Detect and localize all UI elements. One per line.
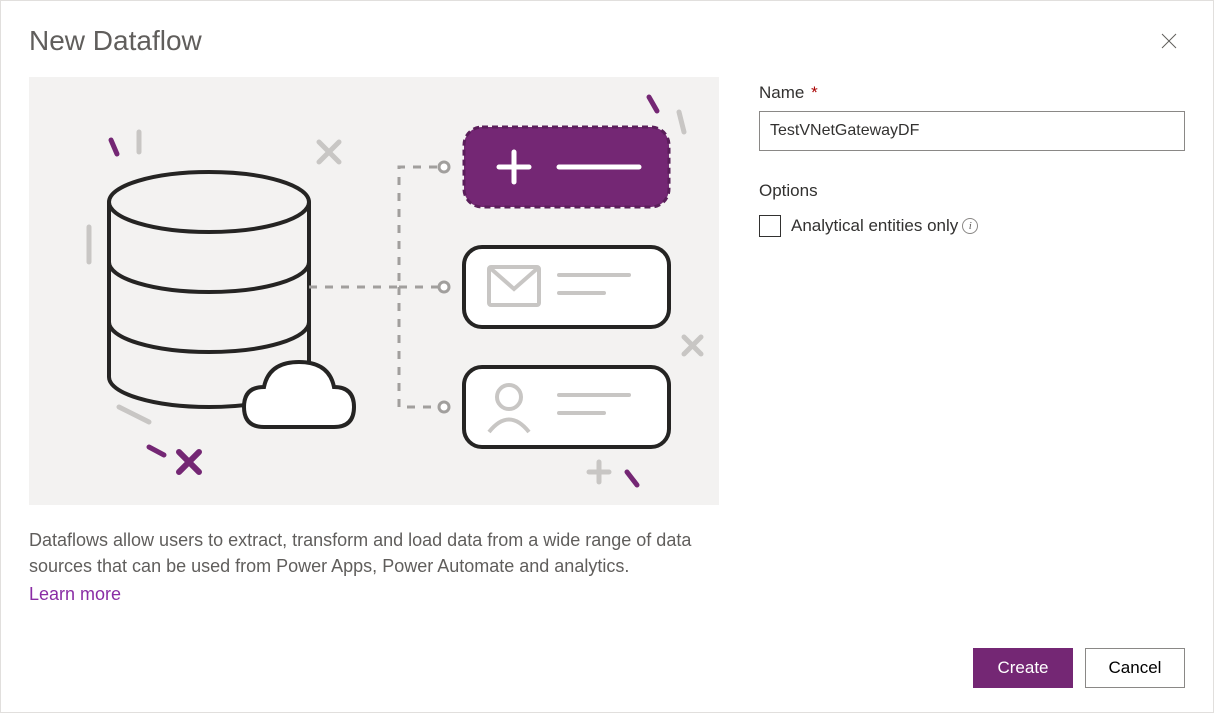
illustration-svg [29,77,719,505]
dialog-title: New Dataflow [29,25,202,57]
dialog-footer: Create Cancel [29,628,1185,688]
close-button[interactable] [1153,25,1185,57]
analytical-entities-row: Analytical entities only i [759,215,1185,237]
options-section-label: Options [759,181,1185,201]
left-column: Dataflows allow users to extract, transf… [29,77,719,628]
name-input[interactable] [759,111,1185,151]
analytical-entities-checkbox[interactable] [759,215,781,237]
analytical-entities-label-text: Analytical entities only [791,216,958,236]
close-icon [1161,33,1177,49]
dialog-description: Dataflows allow users to extract, transf… [29,527,719,607]
info-icon[interactable]: i [962,218,978,234]
cancel-button[interactable]: Cancel [1085,648,1185,688]
dialog-header: New Dataflow [29,25,1185,57]
required-mark: * [811,83,818,102]
right-column: Name * Options Analytical entities only … [759,77,1185,628]
new-dataflow-dialog: New Dataflow [0,0,1214,713]
analytical-entities-label: Analytical entities only i [791,216,978,236]
name-label: Name * [759,83,1185,103]
dialog-body: Dataflows allow users to extract, transf… [29,77,1185,628]
learn-more-link[interactable]: Learn more [29,581,121,607]
dataflow-illustration [29,77,719,505]
name-label-text: Name [759,83,804,102]
create-button[interactable]: Create [973,648,1073,688]
description-text: Dataflows allow users to extract, transf… [29,530,691,576]
